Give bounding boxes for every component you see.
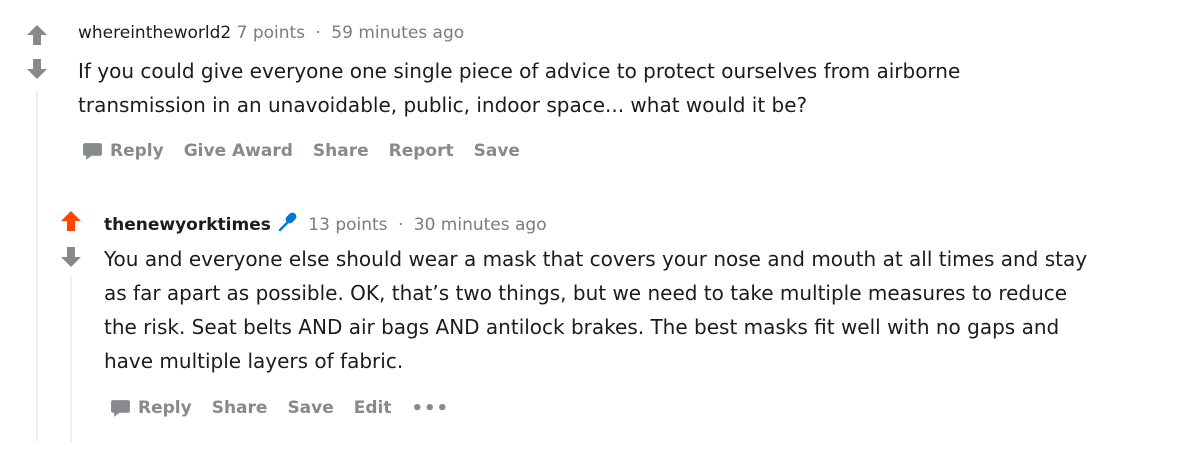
points-count: 7 points <box>236 23 306 43</box>
report-button[interactable]: Report <box>389 141 454 161</box>
reply-label: Reply <box>110 141 164 161</box>
save-button[interactable]: Save <box>474 141 520 161</box>
reply-label: Reply <box>138 398 192 418</box>
upvote-arrow-icon[interactable] <box>26 24 48 46</box>
comment-meta: thenewyorktimes 13 points · 30 minutes a… <box>104 211 547 236</box>
thread-line[interactable] <box>36 90 38 442</box>
comment-actions: Reply Give Award Share Report Save <box>82 139 540 163</box>
comment-bubble-icon <box>83 142 102 160</box>
author-name[interactable]: whereintheworld2 <box>78 23 231 43</box>
points-count: 13 points <box>308 215 388 235</box>
upvote-arrow-icon[interactable] <box>60 210 82 232</box>
author-name[interactable]: thenewyorktimes <box>104 215 271 235</box>
timestamp[interactable]: 30 minutes ago <box>414 215 547 235</box>
comment-body: If you could give everyone one single pi… <box>78 59 961 117</box>
give-award-button[interactable]: Give Award <box>184 141 293 161</box>
share-button[interactable]: Share <box>313 141 369 161</box>
comment-bubble-icon <box>111 399 130 417</box>
microphone-icon <box>278 212 297 232</box>
comment-meta: whereintheworld2 7 points · 59 minutes a… <box>78 22 464 44</box>
reply-button[interactable]: Reply <box>110 398 192 419</box>
timestamp[interactable]: 59 minutes ago <box>331 23 464 43</box>
reply-button[interactable]: Reply <box>82 141 164 162</box>
share-button[interactable]: Share <box>212 398 268 418</box>
downvote-arrow-icon[interactable] <box>26 58 48 80</box>
more-options-icon[interactable]: ••• <box>412 398 450 419</box>
comment-actions: Reply Share Save Edit ••• <box>110 396 469 420</box>
thread-line[interactable] <box>70 276 72 442</box>
edit-button[interactable]: Edit <box>354 398 392 418</box>
comment-body: You and everyone else should wear a mask… <box>104 247 1088 373</box>
meta-separator: · <box>315 23 321 43</box>
meta-separator: · <box>397 215 404 235</box>
downvote-arrow-icon[interactable] <box>60 246 82 268</box>
save-button[interactable]: Save <box>287 398 333 418</box>
